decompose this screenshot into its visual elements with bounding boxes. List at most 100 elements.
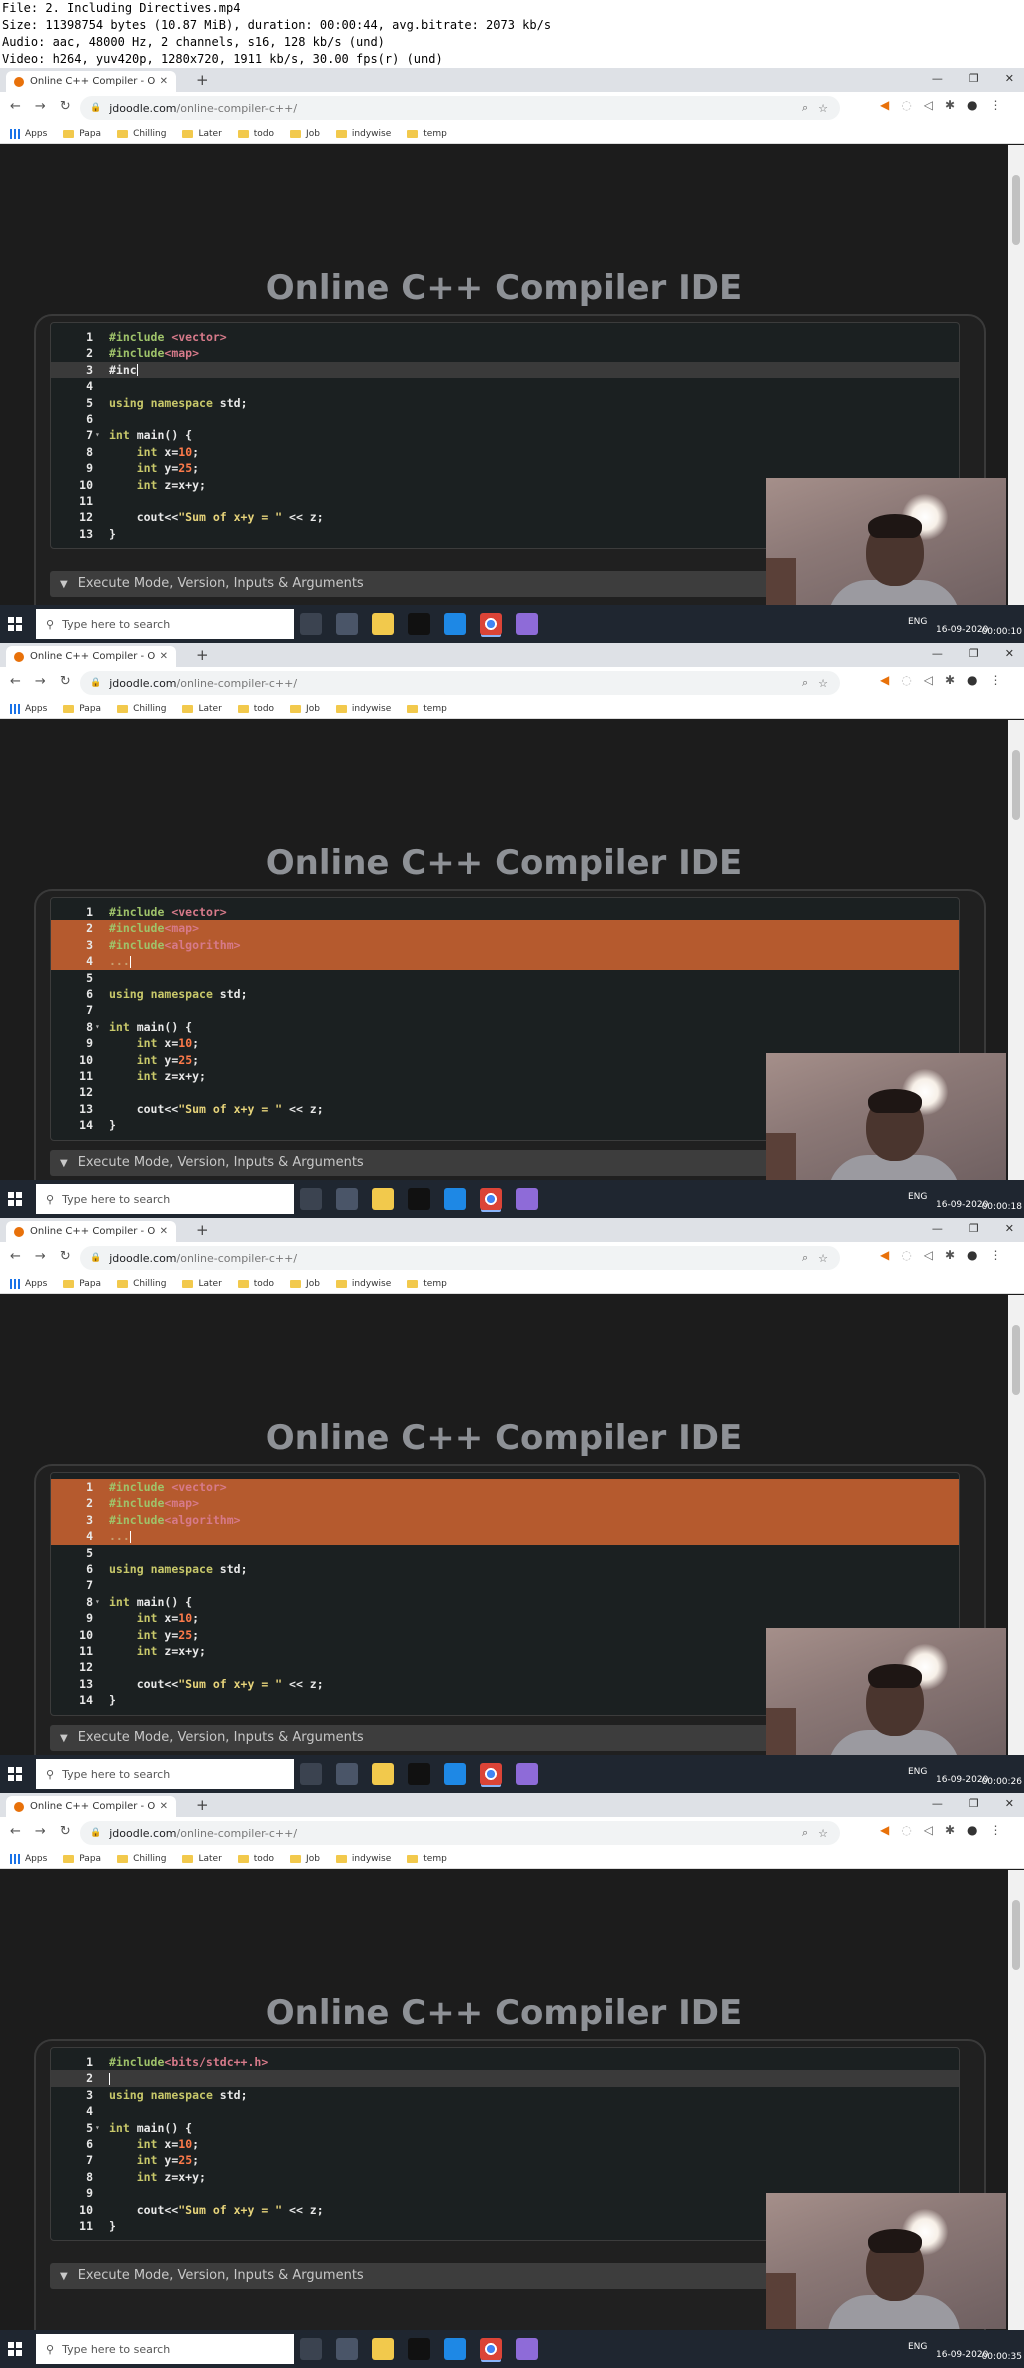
language-indicator[interactable]: ENG bbox=[908, 2342, 927, 2352]
vscode-icon[interactable] bbox=[444, 1763, 466, 1785]
new-tab-icon[interactable]: + bbox=[196, 1221, 209, 1239]
page-scrollbar[interactable] bbox=[1008, 1870, 1024, 2330]
code-line[interactable]: 1 #include <vector> bbox=[51, 904, 959, 920]
code-line[interactable]: 3 #include<algorithm> bbox=[51, 1511, 959, 1529]
code-line[interactable]: 1 #include <vector> bbox=[51, 1479, 959, 1496]
clock-date[interactable]: 16-09-2020 bbox=[936, 1775, 988, 1785]
code-line[interactable]: 4 bbox=[51, 378, 959, 394]
close-tab-icon[interactable]: ✕ bbox=[160, 1226, 168, 1237]
puzzle-icon[interactable]: ✱ bbox=[945, 673, 955, 687]
megaphone-icon[interactable]: ◀ bbox=[880, 98, 889, 112]
calculator-icon[interactable] bbox=[336, 1763, 358, 1785]
reload-icon[interactable]: ↻ bbox=[60, 1824, 71, 1839]
bookmark-todo[interactable]: todo bbox=[237, 1854, 274, 1864]
close-tab-icon[interactable]: ✕ bbox=[160, 76, 168, 87]
page-scrollbar[interactable] bbox=[1008, 1295, 1024, 1755]
profile-avatar-icon[interactable]: ● bbox=[967, 1823, 977, 1837]
forward-icon[interactable]: → bbox=[35, 1824, 46, 1839]
mute-icon[interactable]: ◁ bbox=[924, 1248, 933, 1262]
bookmark-apps[interactable]: Apps bbox=[10, 703, 47, 714]
bookmark-later[interactable]: Later bbox=[182, 704, 222, 714]
megaphone-icon[interactable]: ◀ bbox=[880, 1248, 889, 1262]
extension-icon[interactable]: ◌ bbox=[901, 1823, 911, 1837]
bookmark-papa[interactable]: Papa bbox=[63, 129, 101, 139]
fold-arrow-icon[interactable]: ▾ bbox=[95, 427, 100, 443]
bookmark-indywise[interactable]: indywise bbox=[335, 1854, 391, 1864]
minimize-icon[interactable]: — bbox=[932, 647, 943, 660]
bookmark-chilling[interactable]: Chilling bbox=[117, 1279, 166, 1289]
code-line[interactable]: 8 ▾ int main() { bbox=[51, 1594, 959, 1610]
megaphone-icon[interactable]: ◀ bbox=[880, 673, 889, 687]
language-indicator[interactable]: ENG bbox=[908, 1767, 927, 1777]
forward-icon[interactable]: → bbox=[35, 99, 46, 114]
extension-icon[interactable]: ◌ bbox=[901, 673, 911, 687]
taskbar-search[interactable]: ⚲ Type here to search bbox=[36, 2334, 294, 2364]
scrollbar-thumb[interactable] bbox=[1012, 1325, 1020, 1395]
mute-icon[interactable]: ◁ bbox=[924, 673, 933, 687]
taskbar-search[interactable]: ⚲ Type here to search bbox=[36, 1184, 294, 1214]
code-line[interactable]: 6 using namespace std; bbox=[51, 986, 959, 1002]
menu-icon[interactable]: ⋮ bbox=[990, 1248, 1002, 1262]
screen-recorder-icon[interactable] bbox=[516, 1763, 538, 1785]
back-icon[interactable]: ← bbox=[10, 674, 21, 689]
bookmark-chilling[interactable]: Chilling bbox=[117, 129, 166, 139]
code-line[interactable]: 8 int x=10; bbox=[51, 444, 959, 460]
code-line[interactable]: 4... bbox=[51, 1528, 959, 1545]
close-window-icon[interactable]: ✕ bbox=[1005, 1797, 1014, 1810]
reload-icon[interactable]: ↻ bbox=[60, 99, 71, 114]
zoom-icon[interactable]: ⌕ bbox=[802, 101, 808, 115]
chrome-icon[interactable] bbox=[480, 1763, 502, 1785]
terminal-icon[interactable] bbox=[408, 1188, 430, 1210]
profile-avatar-icon[interactable]: ● bbox=[967, 98, 977, 112]
minimize-icon[interactable]: — bbox=[932, 1222, 943, 1235]
reload-icon[interactable]: ↻ bbox=[60, 1249, 71, 1264]
code-line[interactable]: 2 #include<map> bbox=[51, 1495, 959, 1512]
maximize-icon[interactable]: ❐ bbox=[969, 1222, 979, 1235]
code-line[interactable]: 5 using namespace std; bbox=[51, 395, 959, 411]
bookmark-chilling[interactable]: Chilling bbox=[117, 704, 166, 714]
scrollbar-thumb[interactable] bbox=[1012, 750, 1020, 820]
maximize-icon[interactable]: ❐ bbox=[969, 647, 979, 660]
windows-start-icon[interactable] bbox=[8, 1767, 22, 1781]
profile-avatar-icon[interactable]: ● bbox=[967, 673, 977, 687]
new-tab-icon[interactable]: + bbox=[196, 646, 209, 664]
code-line[interactable]: 3 #inc bbox=[51, 361, 959, 379]
code-line[interactable]: 8 ▾ int main() { bbox=[51, 1019, 959, 1035]
page-scrollbar[interactable] bbox=[1008, 145, 1024, 605]
vscode-icon[interactable] bbox=[444, 613, 466, 635]
task-view-icon[interactable] bbox=[300, 613, 322, 635]
bookmark-temp[interactable]: temp bbox=[407, 1279, 447, 1289]
file-explorer-icon[interactable] bbox=[372, 1188, 394, 1210]
code-line[interactable]: 7 int y=25; bbox=[51, 2152, 959, 2168]
clock-date[interactable]: 16-09-2020 bbox=[936, 1200, 988, 1210]
bookmark-papa[interactable]: Papa bbox=[63, 1279, 101, 1289]
code-line[interactable]: 7 bbox=[51, 1577, 959, 1593]
bookmark-apps[interactable]: Apps bbox=[10, 1278, 47, 1289]
browser-tab[interactable]: Online C++ Compiler - Online C ✕ bbox=[6, 646, 176, 667]
puzzle-icon[interactable]: ✱ bbox=[945, 1248, 955, 1262]
language-indicator[interactable]: ENG bbox=[908, 617, 927, 627]
code-line[interactable]: 5 ▾ int main() { bbox=[51, 2120, 959, 2136]
code-line[interactable]: 7 bbox=[51, 1002, 959, 1018]
windows-start-icon[interactable] bbox=[8, 1192, 22, 1206]
back-icon[interactable]: ← bbox=[10, 99, 21, 114]
code-line[interactable]: 1 #include<bits/stdc++.h> bbox=[51, 2054, 959, 2070]
browser-tab[interactable]: Online C++ Compiler - Online C ✕ bbox=[6, 71, 176, 92]
zoom-icon[interactable]: ⌕ bbox=[802, 676, 808, 690]
chrome-icon[interactable] bbox=[480, 1188, 502, 1210]
clock-date[interactable]: 16-09-2020 bbox=[936, 625, 988, 635]
bookmark-job[interactable]: Job bbox=[290, 704, 320, 714]
code-line[interactable]: 9 int y=25; bbox=[51, 460, 959, 476]
close-tab-icon[interactable]: ✕ bbox=[160, 651, 168, 662]
bookmark-papa[interactable]: Papa bbox=[63, 704, 101, 714]
puzzle-icon[interactable]: ✱ bbox=[945, 98, 955, 112]
vscode-icon[interactable] bbox=[444, 2338, 466, 2360]
code-line[interactable]: 9 int x=10; bbox=[51, 1610, 959, 1626]
bookmark-job[interactable]: Job bbox=[290, 1854, 320, 1864]
bookmark-temp[interactable]: temp bbox=[407, 704, 447, 714]
menu-icon[interactable]: ⋮ bbox=[990, 1823, 1002, 1837]
minimize-icon[interactable]: — bbox=[932, 1797, 943, 1810]
vscode-icon[interactable] bbox=[444, 1188, 466, 1210]
language-indicator[interactable]: ENG bbox=[908, 1192, 927, 1202]
puzzle-icon[interactable]: ✱ bbox=[945, 1823, 955, 1837]
